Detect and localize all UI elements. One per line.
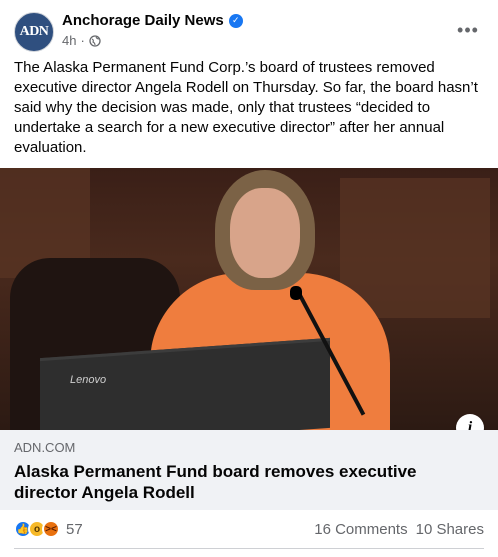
post-text: The Alaska Permanent Fund Corp.’s board … [14, 59, 478, 156]
post-stats: 16 Comments 10 Shares [314, 521, 484, 538]
post-timestamp[interactable]: 4h [62, 33, 76, 48]
name-row: Anchorage Daily News ✓ [62, 12, 243, 29]
facebook-post: ADN Anchorage Daily News ✓ 4h · ••• The … [0, 0, 498, 557]
laptop-brand-text: Lenovo [70, 374, 107, 386]
reaction-count: 57 [66, 520, 83, 538]
post-header: ADN Anchorage Daily News ✓ 4h · ••• [14, 12, 484, 52]
link-title[interactable]: Alaska Permanent Fund board removes exec… [14, 461, 484, 503]
article-photo[interactable]: Lenovo [0, 168, 498, 430]
page-name[interactable]: Anchorage Daily News [62, 12, 224, 29]
link-preview[interactable]: ADN.COM Alaska Permanent Fund board remo… [0, 430, 498, 510]
post-footer: 👍 o >< 57 16 Comments 10 Shares [14, 518, 484, 540]
reactions-summary[interactable]: 👍 o >< 57 [14, 520, 83, 538]
comments-count[interactable]: 16 Comments [314, 521, 407, 538]
microphone-head [290, 286, 302, 300]
post-meta: 4h · [62, 33, 101, 48]
more-options-icon[interactable]: ••• [454, 16, 482, 44]
wood-panel [340, 178, 490, 318]
page-avatar[interactable]: ADN [14, 12, 54, 52]
person-face [230, 188, 300, 278]
meta-separator: · [80, 33, 85, 48]
avatar-logo-text: ADN [19, 24, 49, 39]
globe-icon [89, 34, 101, 47]
footer-divider [14, 548, 484, 549]
link-domain: ADN.COM [14, 440, 76, 455]
verified-badge-icon: ✓ [228, 13, 243, 28]
angry-reaction-icon: >< [42, 520, 60, 538]
shares-count[interactable]: 10 Shares [416, 521, 484, 538]
